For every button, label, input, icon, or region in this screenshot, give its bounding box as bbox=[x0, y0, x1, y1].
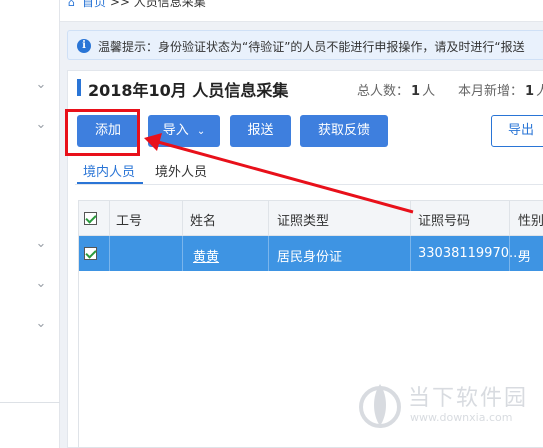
table-header: 工号 姓名 证照类型 证照号码 性别 bbox=[79, 201, 543, 236]
column-divider bbox=[109, 236, 110, 271]
home-icon: ⌂ bbox=[68, 0, 75, 9]
column-id-number: 证照号码 bbox=[418, 214, 471, 229]
cell-id-type: 居民身份证 bbox=[277, 250, 343, 265]
new-value: 1 bbox=[525, 84, 535, 99]
cell-gender: 男 bbox=[518, 250, 532, 265]
export-button[interactable]: 导出 bbox=[491, 115, 543, 147]
chevron-down-icon[interactable]: ⌄ bbox=[35, 118, 47, 131]
tab-overseas[interactable]: 境外人员 bbox=[155, 161, 207, 180]
import-label: 导入 bbox=[162, 123, 189, 138]
cell-id-number: 33038119970... bbox=[418, 246, 522, 261]
tab-bar: 境内人员 境外人员 bbox=[75, 157, 543, 185]
column-id-type: 证照类型 bbox=[277, 214, 330, 229]
notice-text: 温馨提示：身份验证状态为“待验证”的人员不能进行申报操作，请及时进行“报送 bbox=[98, 40, 525, 54]
watermark-url: www.downxia.com bbox=[410, 411, 513, 424]
new-unit: 人 bbox=[536, 84, 543, 99]
watermark: 当下软件园 www.downxia.com bbox=[358, 378, 538, 438]
total-label: 总人数： bbox=[357, 84, 410, 99]
title-accent-bar bbox=[77, 79, 81, 96]
chevron-down-icon[interactable]: ⌄ bbox=[35, 277, 47, 290]
chevron-down-icon[interactable]: ⌄ bbox=[35, 237, 47, 250]
nav-divider bbox=[0, 402, 60, 403]
watermark-title: 当下软件园 bbox=[408, 386, 529, 411]
row-checkbox[interactable] bbox=[84, 247, 97, 260]
column-divider bbox=[410, 236, 411, 271]
page-title: 2018年10月 人员信息采集 bbox=[88, 81, 289, 100]
left-nav: ⌄ ⌄ ⌄ ⌄ ⌄ bbox=[0, 0, 60, 448]
column-divider bbox=[182, 236, 183, 271]
breadcrumb-current: 人员信息采集 bbox=[133, 0, 206, 9]
tab-domestic[interactable]: 境内人员 bbox=[83, 161, 135, 180]
column-divider bbox=[509, 236, 510, 271]
watermark-logo-icon bbox=[359, 384, 401, 428]
total-unit: 人 bbox=[422, 84, 436, 99]
select-all-checkbox[interactable] bbox=[84, 212, 97, 225]
new-count: 本月新增： 1 人 bbox=[458, 80, 543, 99]
total-count: 总人数： 1 人 bbox=[357, 80, 435, 99]
submit-button[interactable]: 报送 bbox=[230, 115, 291, 147]
column-divider bbox=[268, 236, 269, 271]
import-button[interactable]: 导入 ⌄ bbox=[148, 115, 220, 147]
get-feedback-button[interactable]: 获取反馈 bbox=[300, 115, 388, 147]
highlight-box bbox=[65, 109, 140, 156]
column-name: 姓名 bbox=[190, 214, 217, 229]
chevron-down-icon: ⌄ bbox=[196, 126, 206, 137]
breadcrumb-separator: >> bbox=[109, 0, 130, 9]
new-label: 本月新增： bbox=[458, 84, 524, 99]
total-value: 1 bbox=[411, 84, 421, 99]
info-icon: i bbox=[77, 39, 91, 53]
breadcrumb-home[interactable]: 首页 bbox=[82, 0, 106, 9]
breadcrumb: ⌂ 首页 >> 人员信息采集 bbox=[68, 0, 206, 10]
chevron-down-icon[interactable]: ⌄ bbox=[35, 78, 47, 91]
notice-banner: i 温馨提示：身份验证状态为“待验证”的人员不能进行申报操作，请及时进行“报送 bbox=[67, 30, 543, 60]
breadcrumb-bar: ⌂ 首页 >> 人员信息采集 bbox=[60, 0, 543, 22]
cell-name-link[interactable]: 黄黄 bbox=[193, 246, 219, 265]
column-gender: 性别 bbox=[518, 214, 543, 229]
table-row[interactable]: 黄黄 居民身份证 33038119970... 男 bbox=[79, 236, 543, 271]
column-employee-id: 工号 bbox=[116, 214, 143, 229]
active-tab-indicator bbox=[77, 182, 143, 184]
chevron-down-icon[interactable]: ⌄ bbox=[35, 317, 47, 330]
